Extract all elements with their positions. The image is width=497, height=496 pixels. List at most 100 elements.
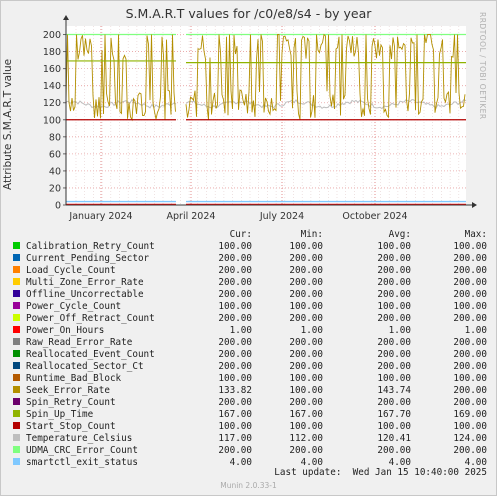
legend-row: Runtime_Bad_Block 100.00 100.00 100.00 100.0… — [10, 373, 487, 385]
legend-series: Load_Cycle_Count — [10, 265, 208, 277]
legend-cur-value: 200.00 — [218, 253, 252, 264]
legend-swatch — [13, 326, 20, 333]
legend-avg-value: 167.70 — [377, 409, 411, 420]
legend-header-max: Max: — [464, 229, 487, 240]
last-update: Last update: Wed Jan 15 10:40:00 2025 — [274, 467, 487, 478]
legend-swatch — [13, 374, 20, 381]
legend-cur-value: 200.00 — [218, 337, 252, 348]
legend-row: UDMA_CRC_Error_Count 200.00 200.00 200.00 20… — [10, 445, 487, 457]
legend-avg-value: 200.00 — [377, 253, 411, 264]
legend-row: Temperature_Celsius 117.00 112.00 120.41 124… — [10, 433, 487, 445]
munin-version: Munin 2.0.33-1 — [220, 481, 277, 490]
legend-avg-value: 200.00 — [377, 277, 411, 288]
legend-cur-value: 200.00 — [218, 361, 252, 372]
legend-swatch — [13, 266, 20, 273]
x-tick-label: January 2024 — [68, 211, 132, 222]
legend-row: Offline_Uncorrectable 200.00 200.00 200.00 2… — [10, 289, 487, 301]
legend-cur-value: 133.82 — [218, 385, 252, 396]
legend-swatch — [13, 434, 20, 441]
legend-series: Reallocated_Event_Count — [10, 349, 208, 361]
legend-series: Power_Cycle_Count — [10, 301, 208, 313]
legend-max-value: 200.00 — [453, 313, 487, 324]
last-update-label: Last update: — [274, 467, 342, 478]
legend-min-value: 200.00 — [289, 337, 323, 348]
legend-series: Multi_Zone_Error_Rate — [10, 277, 208, 289]
legend-series: UDMA_CRC_Error_Count — [10, 445, 208, 457]
legend-max-value: 200.00 — [453, 397, 487, 408]
legend-header-min: Min: — [300, 229, 323, 240]
legend-series-name: Spin_Retry_Count — [26, 397, 116, 408]
legend-swatch — [13, 386, 20, 393]
legend-min-value: 100.00 — [289, 373, 323, 384]
legend-cur-value: 200.00 — [218, 397, 252, 408]
legend-series: Seek_Error_Rate — [10, 385, 208, 397]
legend-cur-value: 1.00 — [229, 325, 252, 336]
legend-min-value: 100.00 — [289, 385, 323, 396]
legend-min-value: 100.00 — [289, 241, 323, 252]
legend-min-value: 100.00 — [289, 421, 323, 432]
legend-max-value: 200.00 — [453, 253, 487, 264]
legend-series: Reallocated_Sector_Ct — [10, 361, 208, 373]
legend-min-value: 1.00 — [300, 325, 323, 336]
legend-row: Spin_Retry_Count 200.00 200.00 200.00 200.00 — [10, 397, 487, 409]
legend-min-value: 200.00 — [289, 397, 323, 408]
legend-avg-value: 200.00 — [377, 313, 411, 324]
legend-max-value: 124.00 — [453, 433, 487, 444]
legend-swatch — [13, 398, 20, 405]
legend-cur-value: 100.00 — [218, 373, 252, 384]
legend-cur-value: 200.00 — [218, 265, 252, 276]
y-tick-label: 40 — [49, 166, 61, 177]
legend-avg-value: 100.00 — [377, 301, 411, 312]
legend-series-name: smartctl_exit_status — [26, 457, 138, 468]
legend-max-value: 200.00 — [453, 265, 487, 276]
legend-avg-value: 100.00 — [377, 373, 411, 384]
legend-min-value: 200.00 — [289, 289, 323, 300]
y-tick-label: 200 — [43, 30, 61, 41]
legend-cur-value: 200.00 — [218, 289, 252, 300]
legend-min-value: 200.00 — [289, 253, 323, 264]
legend-row: Current_Pending_Sector 200.00 200.00 200.00… — [10, 253, 487, 265]
legend-series-name: Power_Off_Retract_Count — [26, 313, 155, 324]
legend-avg-value: 200.00 — [377, 397, 411, 408]
legend-max-value: 100.00 — [453, 301, 487, 312]
legend-avg-value: 200.00 — [377, 337, 411, 348]
legend-swatch — [13, 350, 20, 357]
legend-series-name: Load_Cycle_Count — [26, 265, 116, 276]
legend-swatch — [13, 338, 20, 345]
legend-avg-value: 200.00 — [377, 265, 411, 276]
legend-series: Raw_Read_Error_Rate — [10, 337, 208, 349]
legend-row: Reallocated_Sector_Ct 200.00 200.00 200.00 2… — [10, 361, 487, 373]
legend-row: Power_On_Hours 1.00 1.00 1.00 1.00 — [10, 325, 487, 337]
legend-min-value: 200.00 — [289, 277, 323, 288]
legend-body: Calibration_Retry_Count 100.00 100.00 100.0… — [10, 241, 487, 469]
y-axis-arrow — [63, 15, 69, 20]
legend-table: Cur: Min: Avg: Max: Calibration_Retry_Co… — [10, 229, 487, 469]
legend-swatch — [13, 314, 20, 321]
legend-series-name: Raw_Read_Error_Rate — [26, 337, 133, 348]
legend-series-name: Runtime_Bad_Block — [26, 373, 122, 384]
legend-series-name: Start_Stop_Count — [26, 421, 116, 432]
legend-series-name: Calibration_Retry_Count — [26, 241, 155, 252]
x-tick-label: April 2024 — [167, 211, 216, 222]
legend-series-name: Temperature_Celsius — [26, 433, 133, 444]
legend-swatch — [13, 422, 20, 429]
legend-avg-value: 1.00 — [388, 325, 411, 336]
legend-swatch — [13, 278, 20, 285]
y-tick-label: 100 — [43, 115, 61, 126]
legend-avg-value: 200.00 — [377, 445, 411, 456]
legend-series-name: Reallocated_Event_Count — [26, 349, 155, 360]
legend-cur-value: 4.00 — [229, 457, 252, 468]
y-tick-label: 20 — [49, 183, 61, 194]
legend-swatch — [13, 458, 20, 465]
legend-swatch — [13, 410, 20, 417]
legend-min-value: 200.00 — [289, 445, 323, 456]
legend-cur-value: 200.00 — [218, 313, 252, 324]
legend-avg-value: 200.00 — [377, 289, 411, 300]
legend-series: Runtime_Bad_Block — [10, 373, 208, 385]
legend-series: smartctl_exit_status — [10, 457, 208, 469]
legend-swatch — [13, 302, 20, 309]
legend-min-value: 112.00 — [289, 433, 323, 444]
y-tick-label: 80 — [49, 132, 61, 143]
y-tick-label: 160 — [43, 64, 61, 75]
legend-series-name: Reallocated_Sector_Ct — [26, 361, 144, 372]
